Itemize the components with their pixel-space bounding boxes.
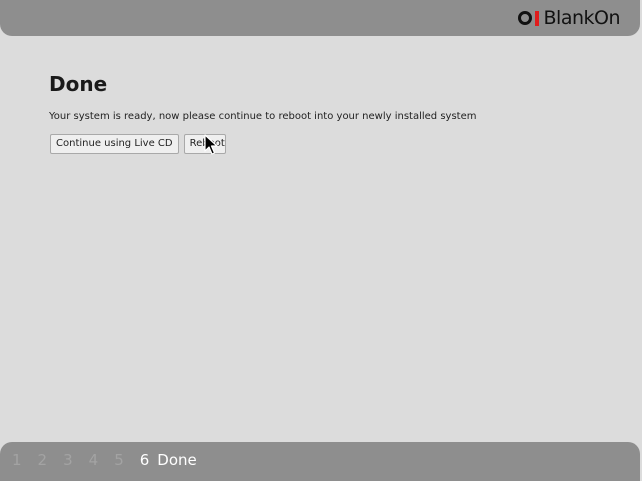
- main-content: Done Your system is ready, now please co…: [49, 72, 477, 154]
- blankon-logo-icon: [517, 10, 540, 27]
- step-4: 4: [88, 451, 99, 469]
- brand-logo: BlankOn: [517, 7, 621, 29]
- step-progress-bar: 1 2 3 4 5 6 Done: [0, 442, 640, 481]
- mouse-pointer-icon: [204, 134, 218, 155]
- step-5: 5: [114, 451, 124, 469]
- page-title: Done: [49, 72, 108, 96]
- continue-live-cd-button[interactable]: Continue using Live CD: [50, 134, 179, 154]
- step-1: 1: [12, 451, 22, 469]
- step-2: 2: [37, 451, 48, 469]
- step-indicator: 1 2 3 4 5 6 Done: [12, 451, 197, 469]
- brand-name: BlankOn: [543, 7, 621, 29]
- status-message: Your system is ready, now please continu…: [49, 111, 477, 122]
- current-step-label: Done: [157, 451, 197, 469]
- step-6: 6: [139, 451, 150, 469]
- step-3: 3: [63, 451, 73, 469]
- header-bar: BlankOn: [0, 0, 640, 36]
- action-buttons: Continue using Live CD Reboot: [50, 134, 226, 154]
